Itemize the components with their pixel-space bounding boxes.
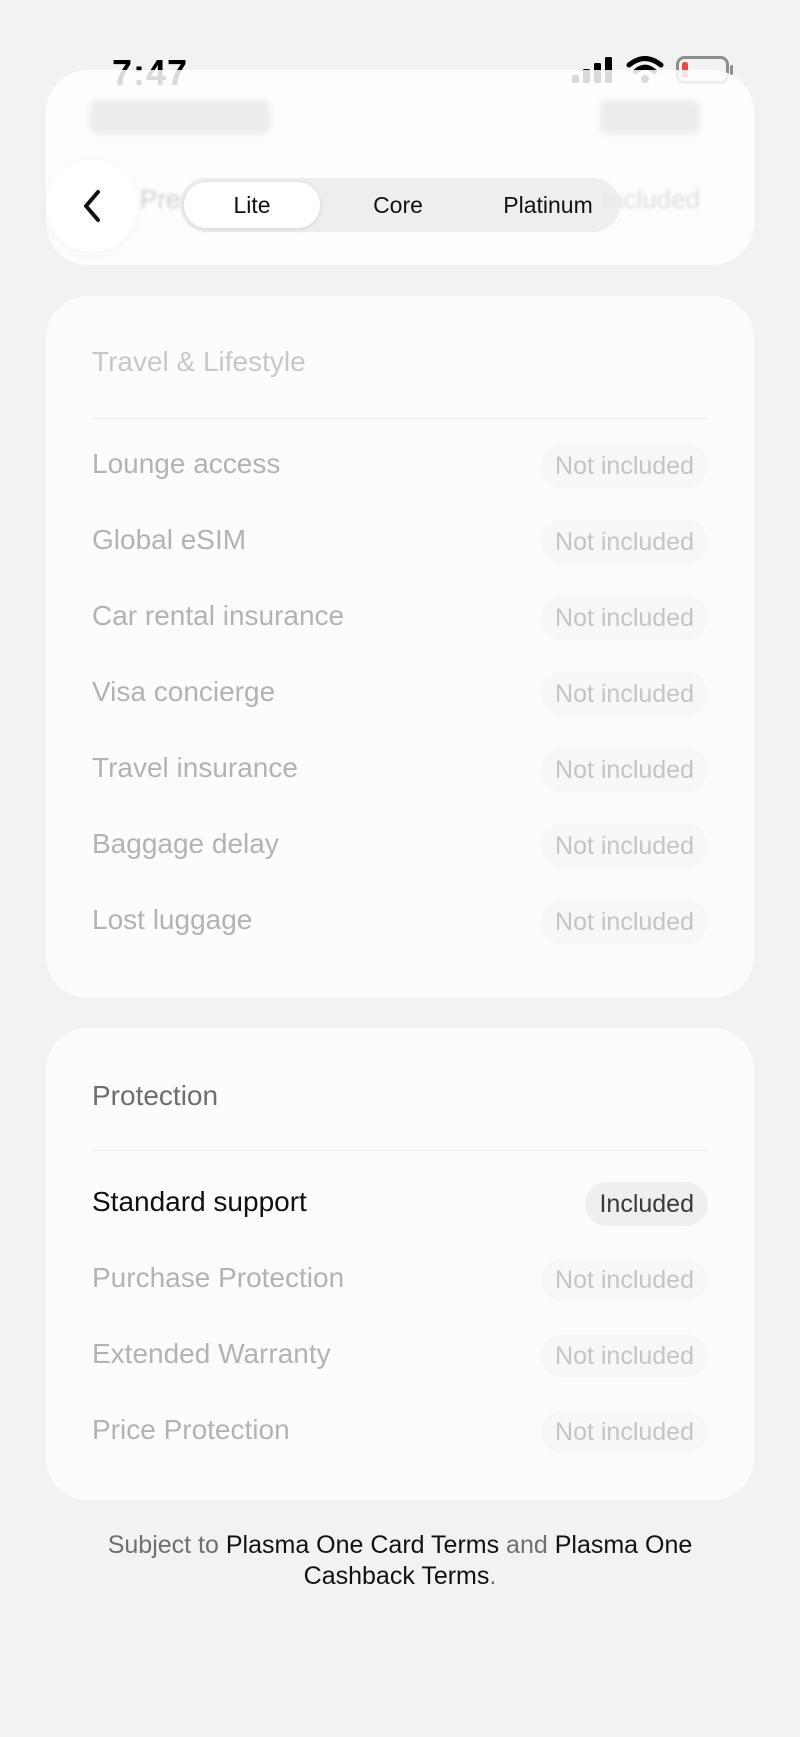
previous-section-blurred-label	[90, 100, 270, 134]
feature-label: Extended Warranty	[92, 1338, 331, 1369]
feature-status-badge: Not included	[541, 1410, 708, 1454]
feature-status-badge: Not included	[541, 1334, 708, 1378]
feature-row: Travel insurance Not included	[46, 740, 754, 800]
previous-section-blurred-value	[600, 100, 700, 134]
feature-label: Visa concierge	[92, 676, 276, 707]
footer-suffix: .	[489, 1562, 497, 1590]
section-title: Travel & Lifestyle	[92, 346, 306, 377]
section-title: Protection	[92, 1080, 219, 1111]
section-divider	[92, 418, 708, 419]
feature-row: Purchase Protection Not included	[46, 1250, 754, 1310]
feature-row: Lost luggage Not included	[46, 892, 754, 952]
feature-row: Price Protection Not included	[46, 1402, 754, 1462]
feature-label: Baggage delay	[92, 828, 279, 859]
travel-lifestyle-card: Travel & Lifestyle Lounge access Not inc…	[46, 296, 754, 998]
footer-middle: and	[499, 1531, 555, 1559]
feature-status-badge: Not included	[541, 900, 708, 944]
tier-segmented-control: Lite Core Platinum	[180, 178, 620, 232]
tab-platinum[interactable]: Platinum	[480, 182, 616, 228]
feature-label: Lost luggage	[92, 904, 253, 935]
section-divider	[92, 1150, 708, 1151]
terms-footer: Subject to Plasma One Card Terms and Pla…	[80, 1530, 720, 1592]
back-button[interactable]	[46, 160, 138, 252]
feature-row: Baggage delay Not included	[46, 816, 754, 876]
feature-row: Standard support Included	[46, 1174, 754, 1234]
feature-label: Price Protection	[92, 1414, 290, 1445]
feature-label: Car rental insurance	[92, 600, 345, 631]
feature-row: Visa concierge Not included	[46, 664, 754, 724]
feature-row: Car rental insurance Not included	[46, 588, 754, 648]
feature-status-badge: Included	[585, 1182, 708, 1226]
feature-row: Lounge access Not included	[46, 436, 754, 496]
feature-status-badge: Not included	[541, 520, 708, 564]
feature-status-badge: Not included	[541, 444, 708, 488]
feature-label: Travel insurance	[92, 752, 298, 783]
feature-status-badge: Not included	[541, 748, 708, 792]
feature-row: Extended Warranty Not included	[46, 1326, 754, 1386]
feature-row: Global eSIM Not included	[46, 512, 754, 572]
feature-label: Standard support	[92, 1186, 307, 1217]
tab-core[interactable]: Core	[330, 182, 466, 228]
feature-status-badge: Not included	[541, 672, 708, 716]
feature-status-badge: Not included	[541, 824, 708, 868]
feature-label: Global eSIM	[92, 524, 247, 555]
protection-card: Protection Standard support Included Pur…	[46, 1028, 754, 1500]
feature-label: Purchase Protection	[92, 1262, 345, 1293]
feature-label: Lounge access	[92, 448, 281, 479]
footer-prefix: Subject to	[107, 1531, 226, 1559]
chevron-left-icon	[84, 190, 100, 222]
feature-status-badge: Not included	[541, 1258, 708, 1302]
feature-status-badge: Not included	[541, 596, 708, 640]
tab-lite[interactable]: Lite	[184, 182, 320, 228]
card-terms-link[interactable]: Plasma One Card Terms	[226, 1531, 499, 1559]
